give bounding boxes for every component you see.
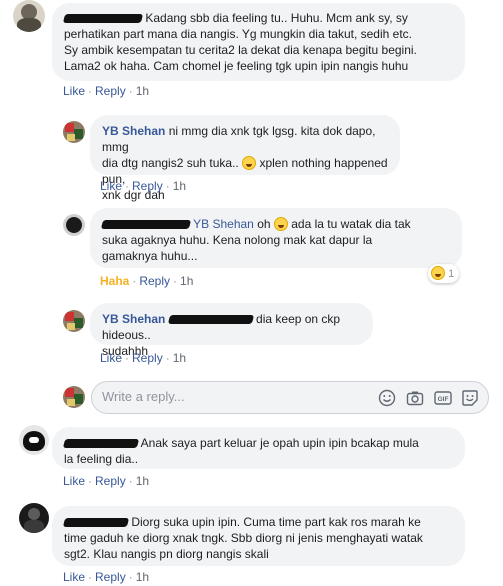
reply-link[interactable]: Reply <box>132 179 163 193</box>
haha-reaction-icon <box>431 266 445 280</box>
camera-icon[interactable] <box>406 389 424 407</box>
avatar-shape <box>65 123 74 132</box>
reply-link[interactable]: Reply <box>139 274 170 288</box>
reply-actions: Haha · Reply · 1h <box>100 274 194 288</box>
reply-text: gamaknya huhu... <box>102 249 198 263</box>
like-link[interactable]: Like <box>63 84 85 98</box>
reply-link[interactable]: Reply <box>95 570 126 584</box>
comment-actions: Like · Reply · 1h <box>63 84 150 98</box>
avatar-shape <box>67 134 75 141</box>
reply-text: oh <box>257 217 271 231</box>
avatar-shape <box>74 394 83 404</box>
avatar-shape <box>65 312 74 321</box>
comment-bubble: Diorg suka upin ipin. Cuma time part kak… <box>52 506 465 566</box>
avatar[interactable] <box>13 0 45 32</box>
sticker-icon[interactable] <box>461 389 479 407</box>
comment-text: Kadang sbb dia feeling tu.. Huhu. Mcm an… <box>145 11 408 25</box>
avatar[interactable] <box>19 503 49 533</box>
avatar-shape <box>67 323 75 330</box>
reply-actions: Like · Reply · 1h <box>100 351 187 365</box>
timestamp[interactable]: 1h <box>173 179 186 193</box>
like-link[interactable]: Like <box>63 474 85 488</box>
smiley-icon[interactable] <box>378 389 396 407</box>
reply-author[interactable]: YB Shehan <box>102 124 165 138</box>
redacted-tagged-name <box>167 315 254 325</box>
comment-text: la feeling dia.. <box>64 452 139 466</box>
comment-text: Sy ambik kesempatan tu cerita2 la dekat … <box>64 43 417 57</box>
redacted-author-name <box>62 439 140 449</box>
reaction-count-chip[interactable]: 1 <box>428 264 460 283</box>
reply-bubble: YB Shehan ni mmg dia xnk tgk lgsg. kita … <box>90 115 400 202</box>
avatar[interactable] <box>63 386 85 408</box>
avatar-shape <box>28 508 40 520</box>
haha-reaction-link[interactable]: Haha <box>100 274 129 288</box>
comment-actions: Like · Reply · 1h <box>63 474 150 488</box>
reply-text: dia dtg nangis2 suh tuka.. <box>102 156 239 170</box>
timestamp[interactable]: 1h <box>136 84 149 98</box>
reply-author[interactable]: YB Shehan <box>102 312 165 326</box>
comment-text: Lama2 ok haha. Cam chomel je feeling tgk… <box>64 59 409 73</box>
reply-link[interactable]: Reply <box>95 84 126 98</box>
avatar-shape <box>24 520 44 533</box>
comment-text: Diorg suka upin ipin. Cuma time part kak… <box>131 515 421 529</box>
avatar[interactable] <box>63 310 85 332</box>
tagged-user[interactable]: YB Shehan <box>193 217 254 231</box>
gif-icon[interactable]: GIF <box>434 389 452 407</box>
reply-text: ada la tu watak dia tak <box>291 217 411 231</box>
reply-link[interactable]: Reply <box>95 474 126 488</box>
timestamp[interactable]: 1h <box>136 570 149 584</box>
avatar-shape <box>65 388 74 397</box>
reply-bubble: YB Shehan dia keep on ckp hideous.. suda… <box>90 303 373 358</box>
reply-bubble: YB Shehan oh ada la tu watak dia tak suk… <box>90 208 462 268</box>
redacted-author-name <box>62 14 144 24</box>
timestamp[interactable]: 1h <box>173 351 186 365</box>
comment-bubble: Anak saya part keluar je opah upin ipin … <box>52 427 465 469</box>
avatar-shape <box>74 318 83 328</box>
comment-text: Anak saya part keluar je opah upin ipin … <box>140 436 419 450</box>
avatar-shape <box>17 18 41 32</box>
reply-link[interactable]: Reply <box>132 351 163 365</box>
avatar-shape <box>66 217 82 233</box>
reply-text: suka agaknya huhu. Kena nolong mak kat d… <box>102 233 373 247</box>
comment-text: time gaduh ke diorg xnak tngk. Sbb diorg… <box>64 531 423 545</box>
redacted-author-name <box>100 220 192 230</box>
like-link[interactable]: Like <box>100 179 122 193</box>
redacted-author-name <box>62 518 130 528</box>
comment-text: perhatikan part mana dia nangis. Yg mung… <box>64 27 412 41</box>
avatar-shape <box>67 399 75 406</box>
avatar-shape <box>29 437 39 443</box>
timestamp[interactable]: 1h <box>136 474 149 488</box>
reply-input-placeholder[interactable]: Write a reply... <box>102 389 185 404</box>
comment-actions: Like · Reply · 1h <box>63 570 150 584</box>
comment-bubble: Kadang sbb dia feeling tu.. Huhu. Mcm an… <box>52 3 465 81</box>
reaction-count: 1 <box>448 268 455 280</box>
timestamp[interactable]: 1h <box>180 274 193 288</box>
grinning-emoji-icon <box>273 217 288 231</box>
reply-actions: Like · Reply · 1h <box>100 179 187 193</box>
comment-text: sgt2. Klau nangis pn diorg nangis skali <box>64 547 269 561</box>
avatar-shape <box>74 129 83 139</box>
svg-text:GIF: GIF <box>438 396 449 403</box>
avatar[interactable] <box>63 214 85 236</box>
avatar[interactable] <box>19 425 49 455</box>
like-link[interactable]: Like <box>63 570 85 584</box>
grinning-emoji-icon <box>242 156 257 170</box>
avatar[interactable] <box>63 121 85 143</box>
like-link[interactable]: Like <box>100 351 122 365</box>
